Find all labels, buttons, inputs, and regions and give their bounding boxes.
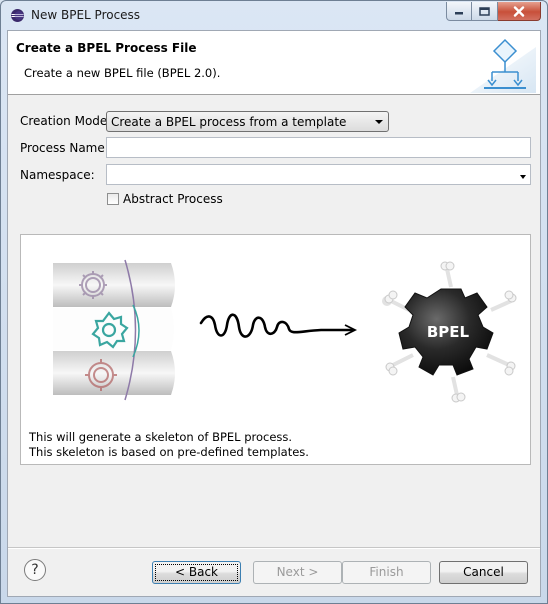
page-description: Create a new BPEL file (BPEL 2.0). <box>24 66 221 80</box>
chevron-down-icon <box>375 120 383 124</box>
bpel-process-wizard-icon <box>470 38 536 93</box>
bpel-gear-icon: BPEL <box>382 261 517 403</box>
abstract-process-checkbox[interactable] <box>107 193 119 205</box>
template-preview-graphic: BPEL <box>53 259 517 403</box>
close-icon[interactable] <box>498 2 541 21</box>
window-title: New BPEL Process <box>31 8 141 22</box>
help-icon[interactable]: ? <box>24 559 46 581</box>
finish-button-label: Finish <box>369 565 404 579</box>
namespace-combo-input[interactable] <box>106 164 531 185</box>
template-preview-panel: BPEL This will generate a skeleton of BP… <box>20 234 531 465</box>
cancel-button-label: Cancel <box>463 565 504 579</box>
preview-description-line-2: This skeleton is based on pre-defined te… <box>29 445 309 459</box>
window-controls <box>446 2 541 21</box>
minimize-icon[interactable] <box>446 2 472 21</box>
next-button[interactable]: Next > <box>253 561 342 584</box>
cancel-button[interactable]: Cancel <box>439 561 528 584</box>
wizard-window: New BPEL Process Create a BPEL Process F… <box>0 0 548 604</box>
abstract-process-label[interactable]: Abstract Process <box>123 192 223 206</box>
title-bar[interactable]: New BPEL Process <box>1 1 547 30</box>
back-button[interactable]: < Back <box>152 561 241 584</box>
process-name-label: Process Name: <box>20 141 109 155</box>
eclipse-app-icon <box>11 9 24 22</box>
preview-description-line-1: This will generate a skeleton of BPEL pr… <box>29 430 293 444</box>
button-bar-separator <box>8 547 540 549</box>
creation-mode-value: Create a BPEL process from a template <box>111 115 347 129</box>
focus-ring <box>155 564 238 581</box>
namespace-label: Namespace: <box>20 168 95 182</box>
finish-button[interactable]: Finish <box>342 561 431 584</box>
process-name-input[interactable] <box>106 137 531 158</box>
namespace-dropdown-icon[interactable] <box>520 175 526 179</box>
bpel-gear-label: BPEL <box>427 323 470 341</box>
page-title: Create a BPEL Process File <box>16 41 197 55</box>
creation-mode-label: Creation Mode: <box>20 114 112 128</box>
next-button-label: Next > <box>276 565 319 579</box>
maximize-icon[interactable] <box>472 2 498 21</box>
wizard-client-area: Create a BPEL Process File Create a new … <box>7 30 541 597</box>
creation-mode-select[interactable]: Create a BPEL process from a template <box>106 111 389 132</box>
wizard-banner: Create a BPEL Process File Create a new … <box>8 31 540 95</box>
